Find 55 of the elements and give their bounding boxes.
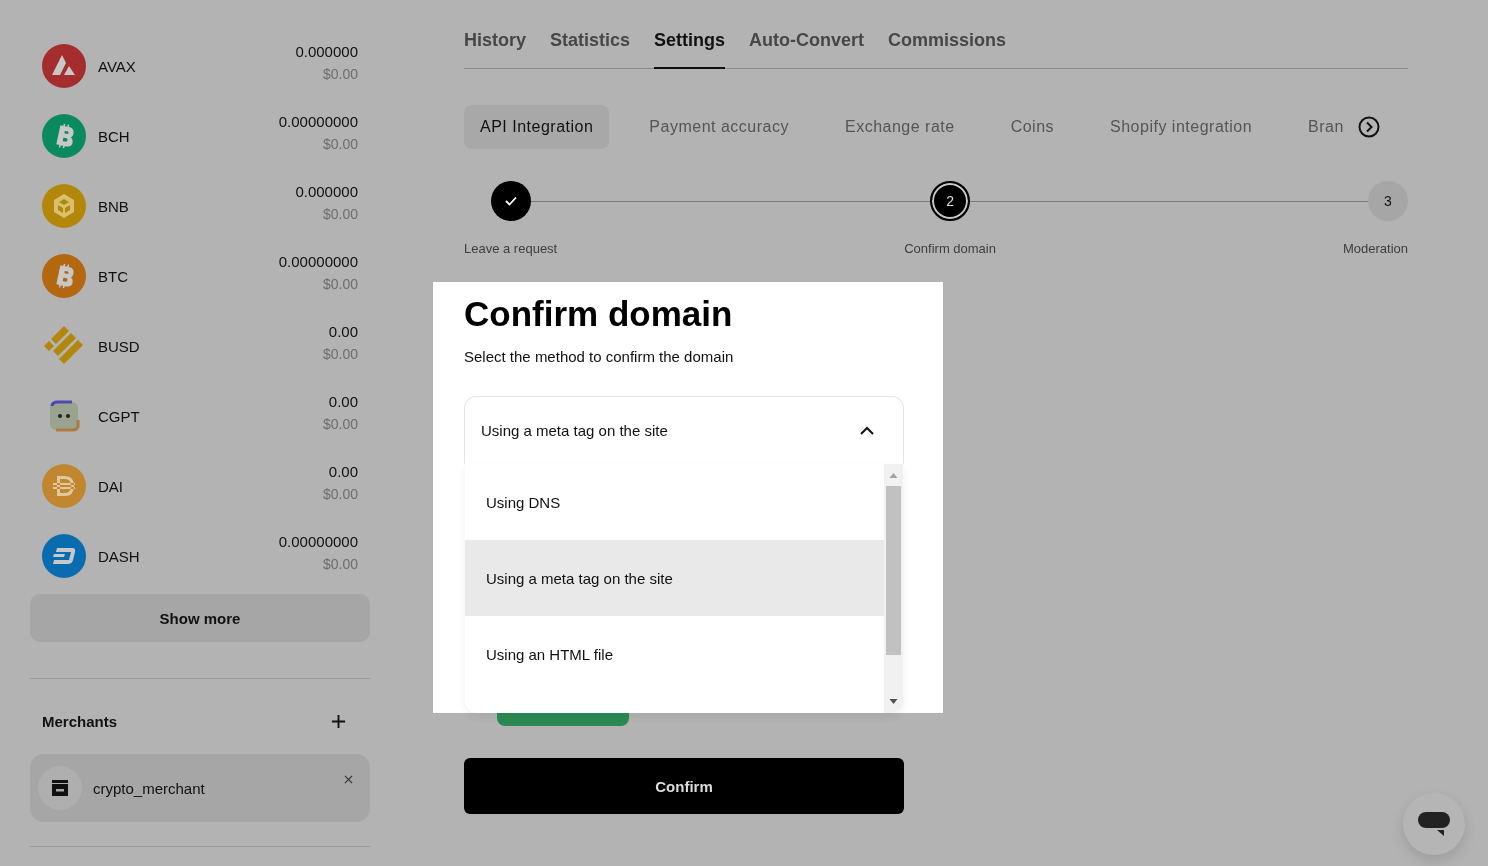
coin-usd-value: $0.00 (322, 485, 358, 502)
dropdown-option[interactable]: Using an HTML file (465, 616, 884, 692)
coin-amount: 0.000000 (295, 182, 358, 200)
show-more-button[interactable]: Show more (30, 594, 370, 642)
confirm-button[interactable]: Confirm (464, 758, 904, 814)
coin-usd-value: $0.00 (322, 415, 358, 432)
coin-amount: 0.00 (328, 322, 358, 340)
merchant-name: crypto_merchant (93, 779, 205, 797)
coin-name: BCH (98, 127, 131, 145)
close-icon[interactable] (344, 775, 353, 784)
coin-amount: 0.00000000 (278, 532, 358, 550)
dropdown-option[interactable]: Using a meta tag on the site (465, 540, 884, 616)
subtab[interactable]: API Integration (464, 105, 610, 149)
tab[interactable]: History (464, 30, 526, 69)
tab[interactable]: Commissions (888, 30, 1007, 69)
coin-usd-value: $0.00 (322, 345, 358, 362)
step-indicator: 3 (1368, 181, 1408, 221)
tab[interactable]: Statistics (550, 30, 631, 69)
subtab[interactable]: Shopify integration (1094, 105, 1269, 149)
merchant-card[interactable]: crypto_merchant (30, 754, 370, 822)
coin-amount: 0.00000000 (278, 252, 358, 270)
subtab[interactable]: Payment accuracy (633, 105, 805, 149)
coin-name: DAI (98, 477, 124, 495)
chat-icon (1417, 810, 1451, 838)
coin-name: BUSD (98, 337, 141, 355)
add-icon[interactable] (331, 714, 346, 729)
tab[interactable]: Auto-Convert (749, 30, 865, 69)
step-label: Leave a request (464, 241, 558, 256)
subtab[interactable]: Exchange rate (828, 105, 971, 149)
step-label: Confirm domain (904, 241, 996, 256)
panel-title: Confirm domain (464, 294, 734, 334)
coin-usd-value: $0.00 (322, 205, 358, 222)
coin-usd-value: $0.00 (322, 65, 358, 82)
coin-usd-value: $0.00 (322, 135, 358, 152)
coin-name: CGPT (98, 407, 141, 425)
store-icon (38, 766, 82, 810)
scrollbar[interactable] (884, 464, 903, 713)
coin-usd-value: $0.00 (322, 275, 358, 292)
merchants-heading: Merchants (42, 713, 118, 730)
coin-name: BNB (98, 197, 130, 215)
tab[interactable]: Settings (654, 30, 726, 69)
coin-amount: 0.00000000 (278, 112, 358, 130)
step-indicator: 2 (930, 181, 971, 221)
subtab[interactable]: Bran (1292, 105, 1360, 149)
coin-name: BTC (98, 267, 129, 285)
coin-amount: 0.00 (328, 462, 358, 480)
panel-subtitle: Select the method to confirm the domain (464, 348, 735, 365)
coin-name: DASH (98, 547, 141, 565)
coin-amount: 0.00 (328, 392, 358, 410)
coin-usd-value: $0.00 (322, 555, 358, 572)
dropdown-option[interactable]: Using DNS (465, 464, 884, 540)
coin-amount: 0.000000 (295, 42, 358, 60)
subtab[interactable]: Coins (994, 105, 1071, 149)
coin-name: AVAX (98, 57, 137, 75)
step-label: Moderation (1342, 241, 1408, 256)
